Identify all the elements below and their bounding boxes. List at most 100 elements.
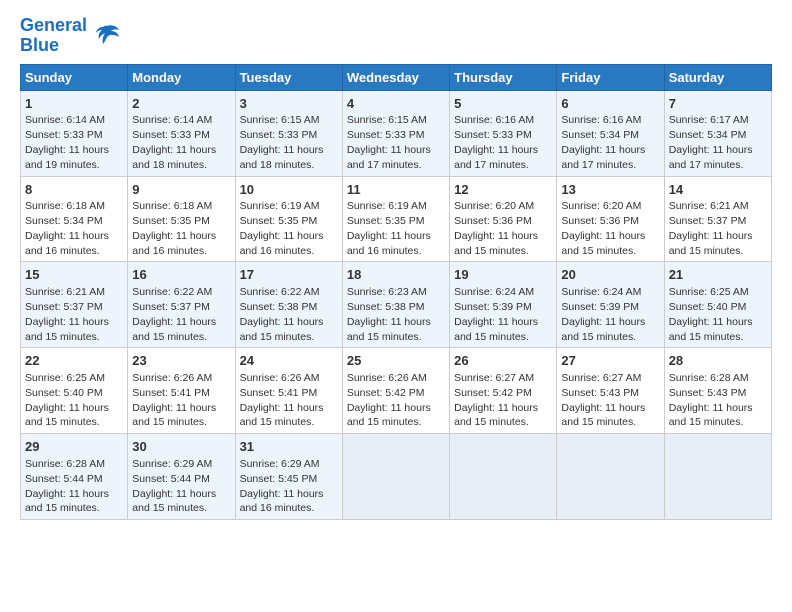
calendar-cell: 4 Sunrise: 6:15 AMSunset: 5:33 PMDayligh… [342,90,449,176]
day-info: Sunrise: 6:26 AMSunset: 5:42 PMDaylight:… [347,372,431,429]
day-number: 31 [240,438,338,456]
calendar-cell: 3 Sunrise: 6:15 AMSunset: 5:33 PMDayligh… [235,90,342,176]
calendar-cell: 10 Sunrise: 6:19 AMSunset: 5:35 PMDaylig… [235,176,342,262]
calendar-cell: 30 Sunrise: 6:29 AMSunset: 5:44 PMDaylig… [128,434,235,520]
day-info: Sunrise: 6:20 AMSunset: 5:36 PMDaylight:… [561,200,645,257]
logo-line2: Blue [20,36,87,56]
calendar-cell [557,434,664,520]
day-info: Sunrise: 6:18 AMSunset: 5:34 PMDaylight:… [25,200,109,257]
calendar-cell: 21 Sunrise: 6:25 AMSunset: 5:40 PMDaylig… [664,262,771,348]
calendar-page: General Blue SundayMondayTuesdayWednesda… [0,0,792,530]
day-number: 7 [669,95,767,113]
day-number: 27 [561,352,659,370]
day-number: 6 [561,95,659,113]
day-number: 28 [669,352,767,370]
logo-bird-icon [89,20,121,52]
calendar-cell: 17 Sunrise: 6:22 AMSunset: 5:38 PMDaylig… [235,262,342,348]
day-info: Sunrise: 6:26 AMSunset: 5:41 PMDaylight:… [132,372,216,429]
week-row-3: 15 Sunrise: 6:21 AMSunset: 5:37 PMDaylig… [21,262,772,348]
calendar-cell: 9 Sunrise: 6:18 AMSunset: 5:35 PMDayligh… [128,176,235,262]
calendar-cell [450,434,557,520]
day-info: Sunrise: 6:22 AMSunset: 5:38 PMDaylight:… [240,286,324,343]
day-info: Sunrise: 6:22 AMSunset: 5:37 PMDaylight:… [132,286,216,343]
calendar-cell: 24 Sunrise: 6:26 AMSunset: 5:41 PMDaylig… [235,348,342,434]
day-info: Sunrise: 6:17 AMSunset: 5:34 PMDaylight:… [669,114,753,171]
day-info: Sunrise: 6:14 AMSunset: 5:33 PMDaylight:… [25,114,109,171]
day-number: 15 [25,266,123,284]
page-header: General Blue [20,16,772,56]
header-thursday: Thursday [450,64,557,90]
calendar-cell: 28 Sunrise: 6:28 AMSunset: 5:43 PMDaylig… [664,348,771,434]
header-monday: Monday [128,64,235,90]
day-info: Sunrise: 6:15 AMSunset: 5:33 PMDaylight:… [240,114,324,171]
day-number: 9 [132,181,230,199]
calendar-cell: 14 Sunrise: 6:21 AMSunset: 5:37 PMDaylig… [664,176,771,262]
day-number: 30 [132,438,230,456]
day-number: 2 [132,95,230,113]
day-info: Sunrise: 6:25 AMSunset: 5:40 PMDaylight:… [669,286,753,343]
week-row-4: 22 Sunrise: 6:25 AMSunset: 5:40 PMDaylig… [21,348,772,434]
day-info: Sunrise: 6:16 AMSunset: 5:33 PMDaylight:… [454,114,538,171]
logo-line1: General [20,16,87,36]
day-number: 24 [240,352,338,370]
day-number: 11 [347,181,445,199]
day-number: 29 [25,438,123,456]
header-saturday: Saturday [664,64,771,90]
calendar-cell: 27 Sunrise: 6:27 AMSunset: 5:43 PMDaylig… [557,348,664,434]
header-wednesday: Wednesday [342,64,449,90]
day-number: 25 [347,352,445,370]
day-info: Sunrise: 6:27 AMSunset: 5:43 PMDaylight:… [561,372,645,429]
day-info: Sunrise: 6:25 AMSunset: 5:40 PMDaylight:… [25,372,109,429]
day-number: 1 [25,95,123,113]
day-number: 21 [669,266,767,284]
day-number: 10 [240,181,338,199]
calendar-cell: 19 Sunrise: 6:24 AMSunset: 5:39 PMDaylig… [450,262,557,348]
calendar-cell: 8 Sunrise: 6:18 AMSunset: 5:34 PMDayligh… [21,176,128,262]
day-number: 14 [669,181,767,199]
calendar-cell: 1 Sunrise: 6:14 AMSunset: 5:33 PMDayligh… [21,90,128,176]
calendar-cell: 16 Sunrise: 6:22 AMSunset: 5:37 PMDaylig… [128,262,235,348]
calendar-table: SundayMondayTuesdayWednesdayThursdayFrid… [20,64,772,521]
day-number: 5 [454,95,552,113]
calendar-cell [664,434,771,520]
day-info: Sunrise: 6:20 AMSunset: 5:36 PMDaylight:… [454,200,538,257]
calendar-cell: 11 Sunrise: 6:19 AMSunset: 5:35 PMDaylig… [342,176,449,262]
day-number: 17 [240,266,338,284]
day-info: Sunrise: 6:14 AMSunset: 5:33 PMDaylight:… [132,114,216,171]
day-number: 22 [25,352,123,370]
day-number: 3 [240,95,338,113]
day-number: 12 [454,181,552,199]
day-number: 20 [561,266,659,284]
week-row-1: 1 Sunrise: 6:14 AMSunset: 5:33 PMDayligh… [21,90,772,176]
day-number: 4 [347,95,445,113]
calendar-cell [342,434,449,520]
day-number: 16 [132,266,230,284]
calendar-cell: 26 Sunrise: 6:27 AMSunset: 5:42 PMDaylig… [450,348,557,434]
day-number: 26 [454,352,552,370]
day-info: Sunrise: 6:28 AMSunset: 5:43 PMDaylight:… [669,372,753,429]
calendar-cell: 29 Sunrise: 6:28 AMSunset: 5:44 PMDaylig… [21,434,128,520]
calendar-cell: 23 Sunrise: 6:26 AMSunset: 5:41 PMDaylig… [128,348,235,434]
day-number: 19 [454,266,552,284]
day-info: Sunrise: 6:16 AMSunset: 5:34 PMDaylight:… [561,114,645,171]
day-number: 18 [347,266,445,284]
day-number: 13 [561,181,659,199]
day-info: Sunrise: 6:28 AMSunset: 5:44 PMDaylight:… [25,458,109,515]
day-info: Sunrise: 6:29 AMSunset: 5:44 PMDaylight:… [132,458,216,515]
day-info: Sunrise: 6:24 AMSunset: 5:39 PMDaylight:… [454,286,538,343]
day-info: Sunrise: 6:27 AMSunset: 5:42 PMDaylight:… [454,372,538,429]
calendar-cell: 13 Sunrise: 6:20 AMSunset: 5:36 PMDaylig… [557,176,664,262]
day-info: Sunrise: 6:26 AMSunset: 5:41 PMDaylight:… [240,372,324,429]
header-tuesday: Tuesday [235,64,342,90]
calendar-cell: 20 Sunrise: 6:24 AMSunset: 5:39 PMDaylig… [557,262,664,348]
day-info: Sunrise: 6:18 AMSunset: 5:35 PMDaylight:… [132,200,216,257]
week-row-2: 8 Sunrise: 6:18 AMSunset: 5:34 PMDayligh… [21,176,772,262]
day-number: 23 [132,352,230,370]
day-info: Sunrise: 6:23 AMSunset: 5:38 PMDaylight:… [347,286,431,343]
calendar-cell: 5 Sunrise: 6:16 AMSunset: 5:33 PMDayligh… [450,90,557,176]
calendar-cell: 25 Sunrise: 6:26 AMSunset: 5:42 PMDaylig… [342,348,449,434]
day-info: Sunrise: 6:15 AMSunset: 5:33 PMDaylight:… [347,114,431,171]
day-info: Sunrise: 6:19 AMSunset: 5:35 PMDaylight:… [240,200,324,257]
logo: General Blue [20,16,121,56]
day-info: Sunrise: 6:21 AMSunset: 5:37 PMDaylight:… [25,286,109,343]
